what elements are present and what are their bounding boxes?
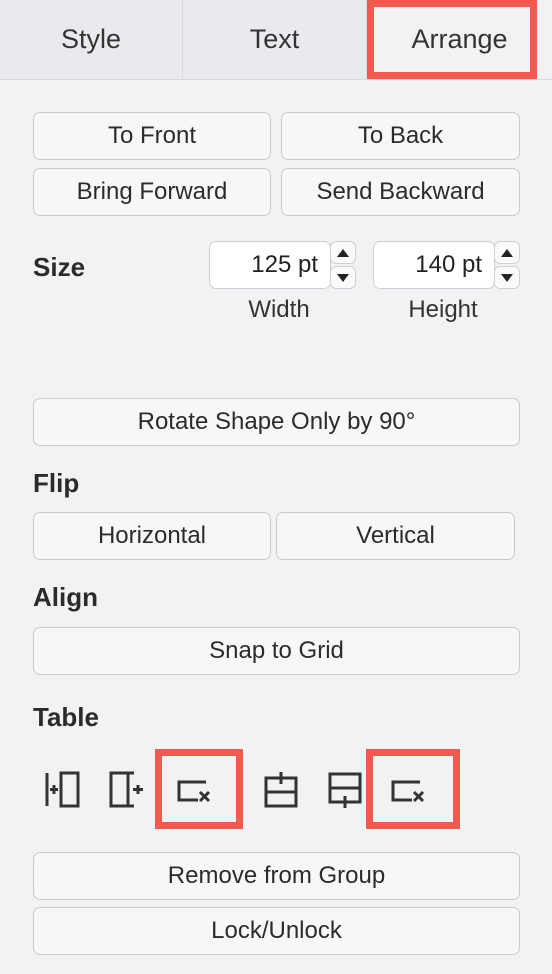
remove-from-group-button[interactable]: Remove from Group [33,852,520,900]
insert-column-before-icon[interactable] [44,770,84,810]
tab-text[interactable]: Text [183,0,367,79]
height-input[interactable]: 140 pt [373,241,495,289]
height-label: Height [408,296,478,323]
triangle-up-icon [501,248,513,257]
to-back-button[interactable]: To Back [281,112,520,160]
width-input[interactable]: 125 pt [209,241,331,289]
width-increment-button[interactable] [330,241,356,264]
delete-row-icon[interactable] [390,772,430,812]
align-label: Align [33,582,98,612]
table-label: Table [33,702,99,732]
flip-label: Flip [33,468,80,498]
tab-arrange[interactable]: Arrange [367,0,552,79]
insert-row-after-icon[interactable] [326,770,366,810]
triangle-up-icon [337,248,349,257]
height-increment-button[interactable] [494,241,520,264]
width-decrement-button[interactable] [330,266,356,289]
snap-to-grid-button[interactable]: Snap to Grid [33,627,520,675]
delete-column-icon[interactable] [176,772,216,812]
lock-unlock-button[interactable]: Lock/Unlock [33,907,520,955]
insert-column-after-icon[interactable] [108,770,148,810]
rotate-shape-button[interactable]: Rotate Shape Only by 90° [33,398,520,446]
to-front-button[interactable]: To Front [33,112,271,160]
panel-tabs: Style Text Arrange [0,0,552,80]
height-decrement-button[interactable] [494,266,520,289]
triangle-down-icon [337,273,349,282]
width-stepper[interactable] [330,241,356,289]
width-label: Width [248,296,310,323]
height-stepper[interactable] [494,241,520,289]
send-backward-button[interactable]: Send Backward [281,168,520,216]
flip-vertical-button[interactable]: Vertical [276,512,515,560]
size-label: Size [33,252,86,282]
insert-row-before-icon[interactable] [262,770,302,810]
bring-forward-button[interactable]: Bring Forward [33,168,271,216]
flip-horizontal-button[interactable]: Horizontal [33,512,271,560]
tab-style[interactable]: Style [0,0,183,79]
triangle-down-icon [501,273,513,282]
